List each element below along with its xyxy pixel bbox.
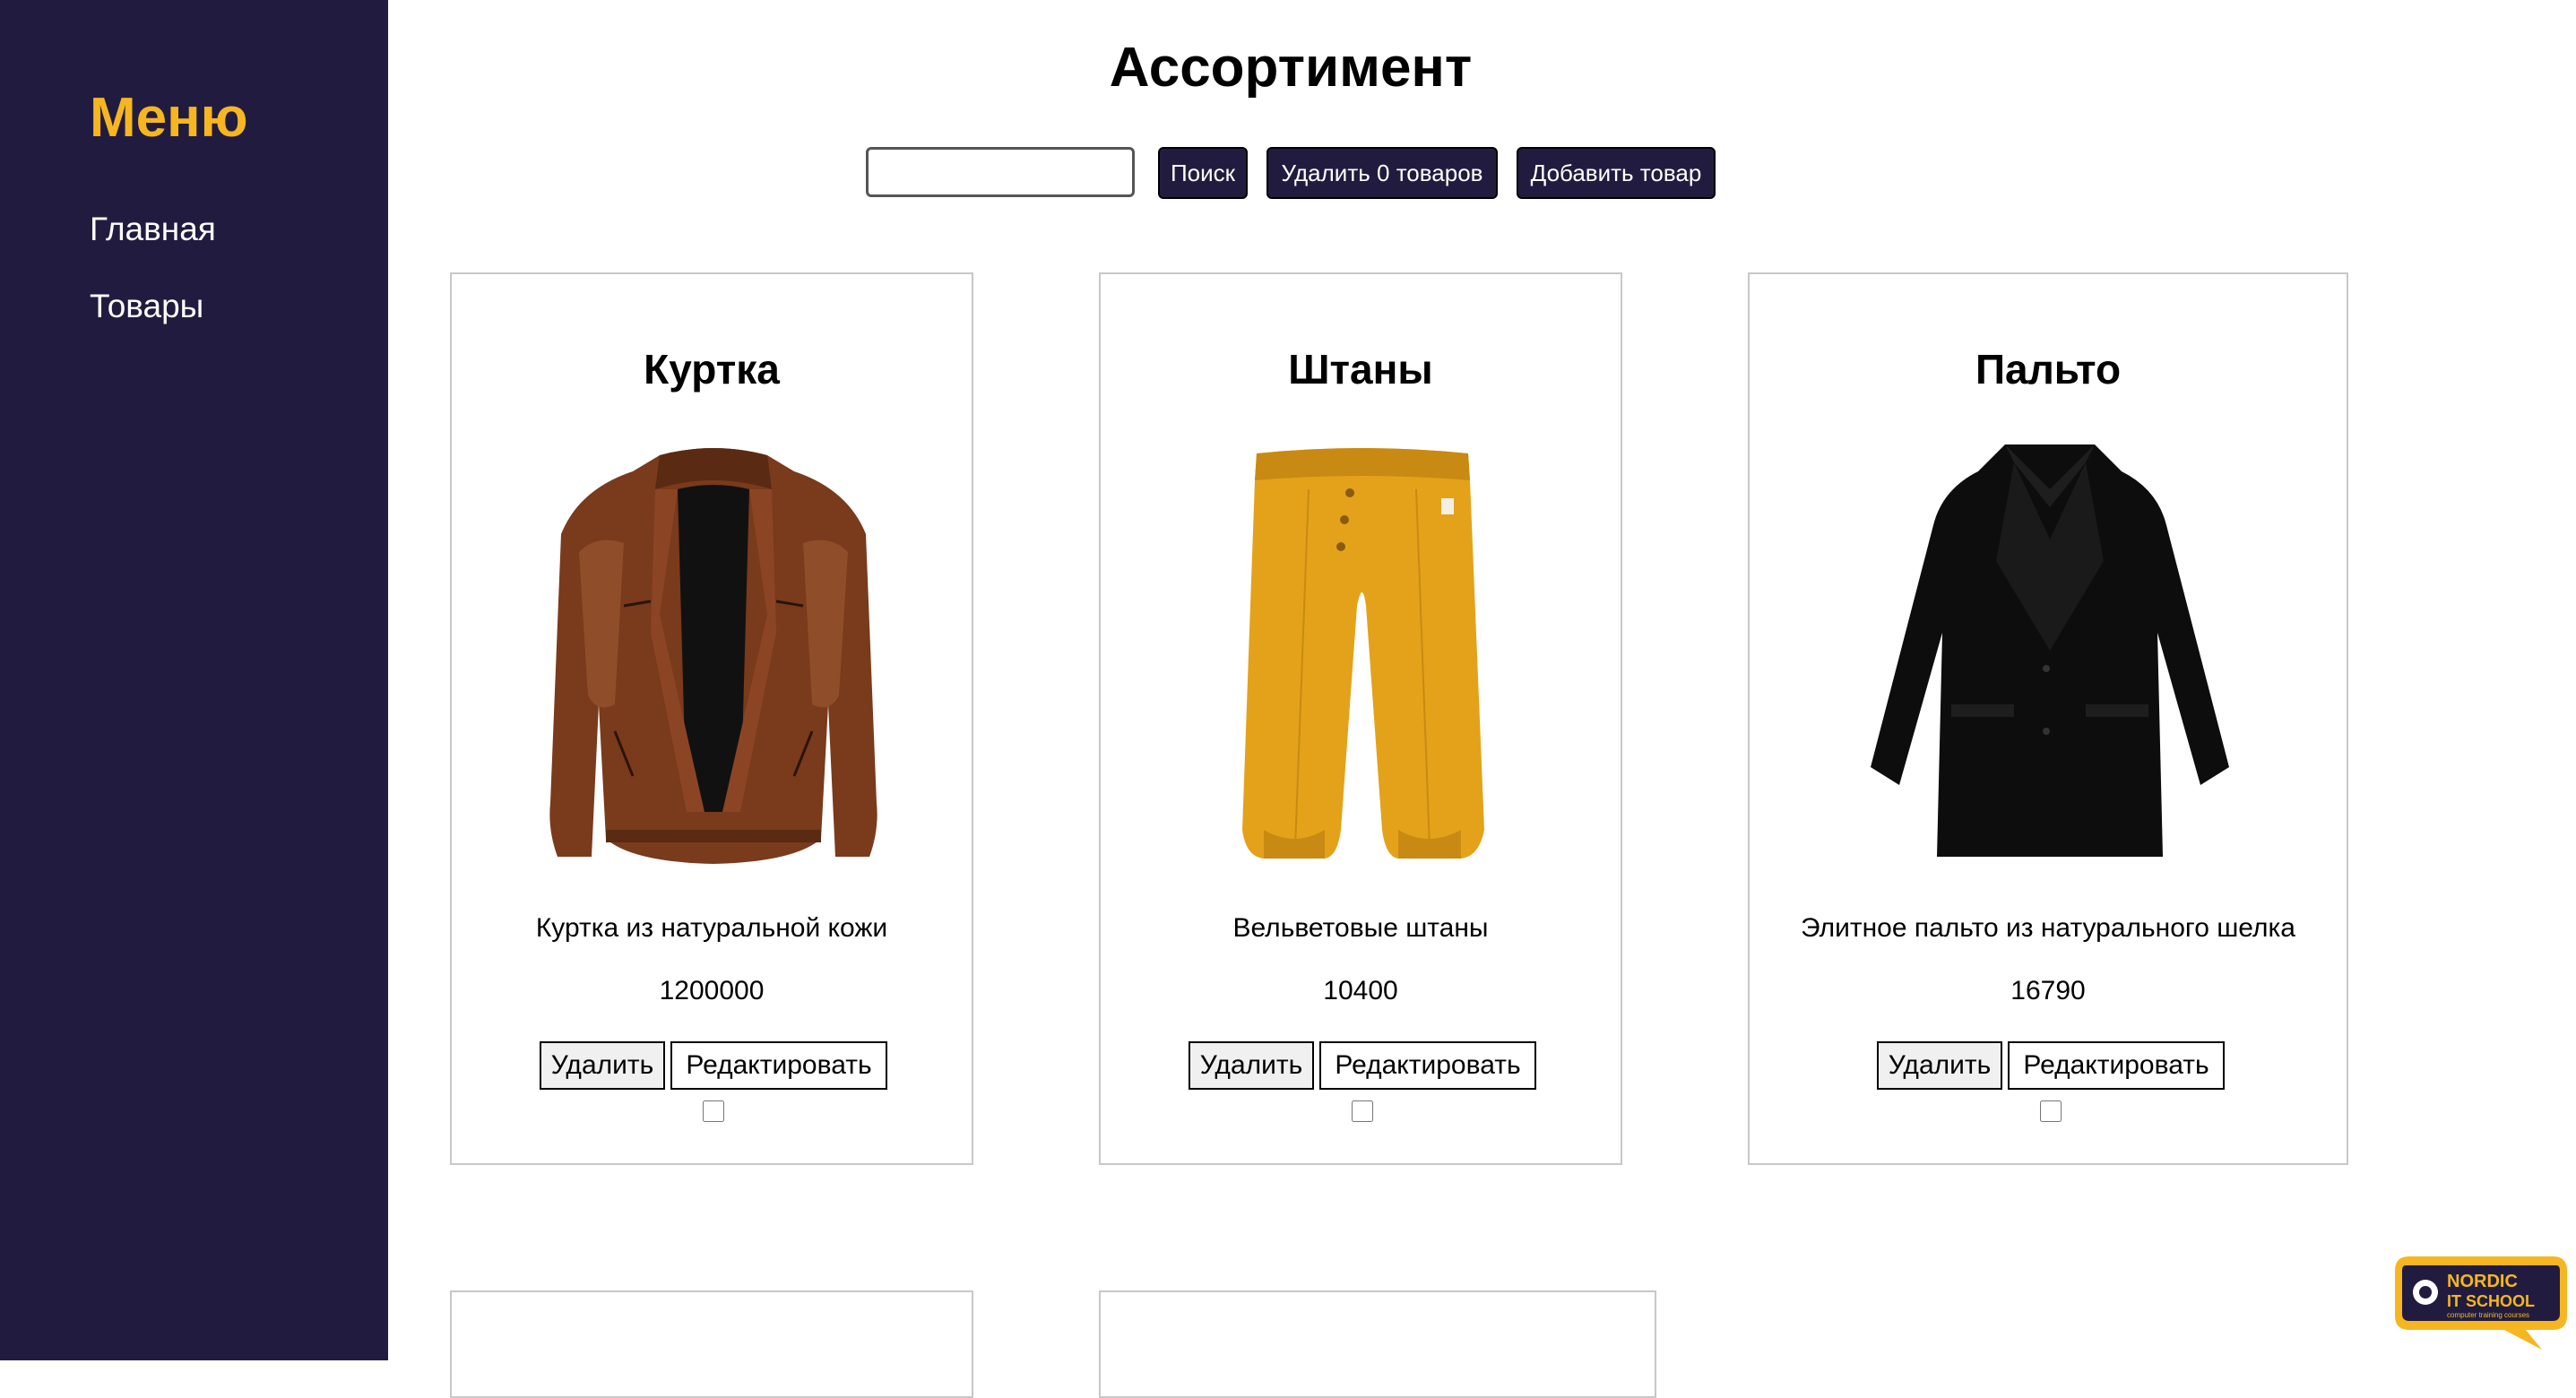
product-price: 10400 <box>1323 976 1398 1005</box>
select-checkbox[interactable] <box>703 1100 724 1122</box>
product-card: Куртка Куртка из натуральной кожи 120000… <box>450 272 973 1165</box>
select-checkbox[interactable] <box>2040 1100 2062 1122</box>
logo-line2: IT SCHOOL <box>2447 1292 2535 1310</box>
edit-button[interactable]: Редактировать <box>1319 1041 1536 1090</box>
edit-button[interactable]: Редактировать <box>670 1041 887 1090</box>
nav-link-products[interactable]: Товары <box>90 287 203 326</box>
nav-link-home[interactable]: Главная <box>90 210 216 249</box>
search-input[interactable] <box>866 147 1135 197</box>
page-title: Ассортимент <box>1109 37 1473 99</box>
delete-button[interactable]: Удалить <box>540 1041 665 1090</box>
product-card <box>450 1290 973 1398</box>
leather-jacket-image <box>549 448 877 864</box>
select-checkbox[interactable] <box>1352 1100 1373 1122</box>
add-product-button[interactable]: Добавить товар <box>1517 147 1716 199</box>
delete-selected-button[interactable]: Удалить 0 товаров <box>1266 147 1498 199</box>
sidebar: Меню Главная Товары <box>0 0 388 1360</box>
delete-button[interactable]: Удалить <box>1877 1041 2002 1090</box>
product-description: Элитное пальто из натурального шелка <box>1801 913 2295 943</box>
product-title: Пальто <box>1975 346 2122 393</box>
logo-tagline: computer training courses <box>2447 1311 2529 1319</box>
product-description: Куртка из натуральной кожи <box>535 913 888 943</box>
nordic-it-school-logo: NORDIC IT SCHOOL computer training cours… <box>2395 1256 2567 1350</box>
corduroy-pants-image <box>1242 448 1484 859</box>
logo-line1: NORDIC <box>2447 1272 2518 1291</box>
edit-button[interactable]: Редактировать <box>2008 1041 2225 1090</box>
search-button[interactable]: Поиск <box>1158 147 1248 199</box>
product-price: 16790 <box>2010 976 2086 1005</box>
product-description: Вельветовые штаны <box>1232 913 1489 943</box>
product-card: Пальто Элитное пальто из натурального ше… <box>1748 272 2348 1165</box>
product-price: 1200000 <box>659 976 765 1005</box>
menu-title: Меню <box>90 87 248 149</box>
black-coat-image <box>1871 444 2229 857</box>
product-title: Куртка <box>644 346 780 393</box>
product-title: Штаны <box>1288 346 1433 393</box>
product-card <box>1099 1290 1656 1398</box>
delete-button[interactable]: Удалить <box>1189 1041 1314 1090</box>
product-card: Штаны Вельветовые штаны 10400 Удалить Ре… <box>1099 272 1622 1165</box>
